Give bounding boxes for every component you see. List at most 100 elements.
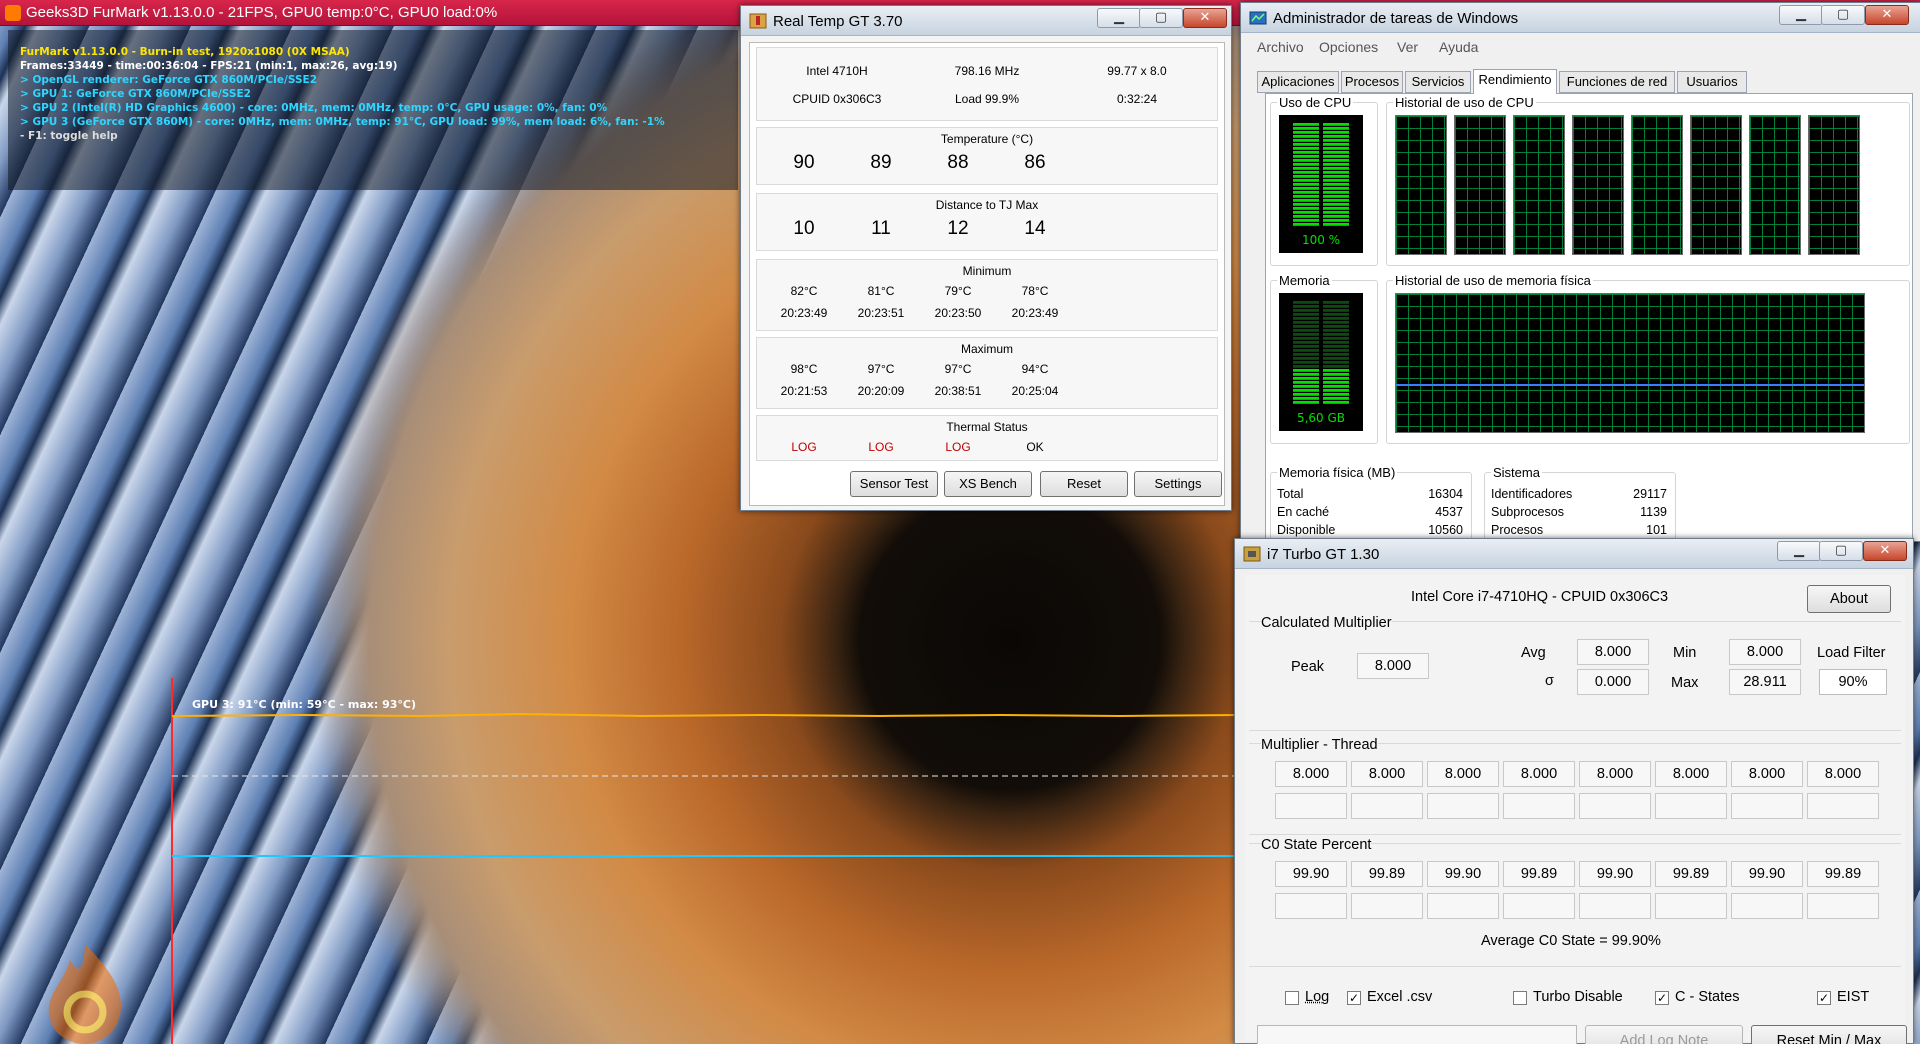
tab-procesos[interactable]: Procesos — [1341, 71, 1403, 93]
xs-bench-button[interactable]: XS Bench — [944, 471, 1032, 497]
tab-funciones-de-red[interactable]: Funciones de red — [1559, 71, 1675, 93]
meter-segment — [1293, 301, 1319, 304]
furmark-title: Geeks3D FurMark v1.13.0.0 - 21FPS, GPU0 … — [26, 4, 497, 21]
meter-segment — [1293, 135, 1319, 138]
i7-turbo-titlebar[interactable]: i7 Turbo GT 1.30 ▁ ▢ ✕ — [1235, 539, 1913, 569]
overlay-line: > GPU 2 (Intel(R) HD Graphics 4600) - co… — [20, 102, 607, 114]
cpu-usage-group: Uso de CPU 100 % — [1270, 102, 1378, 266]
max-label: Max — [1671, 675, 1698, 691]
thread-multiplier-empty — [1655, 793, 1727, 819]
eist-checkbox[interactable]: ✓ — [1817, 991, 1831, 1005]
meter-segment — [1323, 195, 1349, 198]
menu-opciones[interactable]: Opciones — [1319, 39, 1378, 55]
thread-multiplier-empty — [1503, 793, 1575, 819]
avg-value: 8.000 — [1577, 639, 1649, 665]
tab-usuarios[interactable]: Usuarios — [1677, 71, 1747, 93]
c-states-checkbox[interactable]: ✓ — [1655, 991, 1669, 1005]
core-temp: 86 — [1005, 152, 1065, 174]
min-time: 20:23:49 — [774, 306, 834, 320]
meter-segment — [1293, 325, 1319, 328]
menu-ver[interactable]: Ver — [1397, 39, 1418, 55]
c-states-checkbox-label[interactable]: C - States — [1675, 989, 1739, 1005]
meter-segment — [1293, 163, 1319, 166]
thermal-status-section: Thermal Status LOG LOG LOG OK — [756, 415, 1218, 461]
add-log-note-button[interactable]: Add Log Note — [1585, 1025, 1743, 1044]
meter-segment — [1293, 309, 1319, 312]
meter-segment — [1293, 329, 1319, 332]
max-temp: 97°C — [928, 362, 988, 376]
i7-turbo-body: Intel Core i7-4710HQ - CPUID 0x306C3 Abo… — [1245, 575, 1905, 1041]
meter-segment — [1323, 301, 1349, 304]
meter-segment — [1293, 345, 1319, 348]
c0-state-value: 99.90 — [1275, 861, 1347, 887]
log-checkbox-label[interactable]: Log — [1305, 989, 1329, 1005]
c0-state-value: 99.90 — [1427, 861, 1499, 887]
realtemp-titlebar[interactable]: Real Temp GT 3.70 ▁ ▢ ✕ — [741, 6, 1231, 36]
i7-turbo-title: i7 Turbo GT 1.30 — [1267, 546, 1379, 563]
meter-segment — [1293, 127, 1319, 130]
memory-meter: 5,60 GB — [1279, 293, 1363, 431]
cpu-usage-value: 100 % — [1279, 233, 1363, 247]
meter-segment — [1293, 211, 1319, 214]
meter-segment — [1293, 175, 1319, 178]
meter-segment — [1293, 203, 1319, 206]
about-button[interactable]: About — [1807, 585, 1891, 613]
tab-rendimiento[interactable]: Rendimiento — [1473, 69, 1557, 94]
meter-segment — [1323, 215, 1349, 218]
sensor-test-button[interactable]: Sensor Test — [850, 471, 938, 497]
menu-ayuda[interactable]: Ayuda — [1439, 39, 1478, 55]
meter-segment — [1323, 175, 1349, 178]
meter-segment — [1323, 147, 1349, 150]
meter-segment — [1323, 325, 1349, 328]
physical-memory-value: 4537 — [1435, 505, 1463, 519]
load-filter-input[interactable]: 90% — [1819, 669, 1887, 695]
cpu-history-graph — [1395, 115, 1447, 255]
c0-state-value: 99.90 — [1731, 861, 1803, 887]
minimize-button[interactable]: ▁ — [1779, 5, 1823, 25]
meter-segment — [1323, 309, 1349, 312]
min-temp: 78°C — [1005, 284, 1065, 298]
minimum-section: Minimum 82°C 81°C 79°C 78°C 20:23:49 20:… — [756, 259, 1218, 331]
task-manager-titlebar[interactable]: Administrador de tareas de Windows ▁ ▢ ✕ — [1241, 3, 1920, 33]
turbo-disable-checkbox[interactable] — [1513, 991, 1527, 1005]
excel-csv-checkbox-label[interactable]: Excel .csv — [1367, 989, 1432, 1005]
graph-temp-line — [172, 714, 1240, 716]
reset-button[interactable]: Reset — [1040, 471, 1128, 497]
memory-history-line — [1396, 384, 1864, 386]
minimize-button[interactable]: ▁ — [1097, 8, 1141, 28]
thermal-status-label: Thermal Status — [887, 420, 1087, 434]
c0-state-value: 99.90 — [1579, 861, 1651, 887]
task-manager-icon — [1249, 10, 1267, 26]
cpu-history-graph — [1749, 115, 1801, 255]
cpu-name: Intel 4710H — [797, 64, 877, 78]
eist-checkbox-label[interactable]: EIST — [1837, 989, 1869, 1005]
log-note-input[interactable] — [1257, 1025, 1577, 1044]
meter-segment — [1323, 353, 1349, 356]
meter-segment — [1293, 219, 1319, 222]
task-manager-menubar: Archivo Opciones Ver Ayuda — [1241, 35, 1920, 57]
cpu-history-graph — [1454, 115, 1506, 255]
maximize-button[interactable]: ▢ — [1819, 541, 1863, 561]
reset-min-max-button[interactable]: Reset Min / Max — [1751, 1025, 1907, 1044]
c0-state-value: 99.89 — [1655, 861, 1727, 887]
meter-segment — [1323, 127, 1349, 130]
cpu-usage-meter: 100 % — [1279, 115, 1363, 253]
overlay-line: > OpenGL renderer: GeForce GTX 860M/PCIe… — [20, 74, 317, 86]
maximize-button[interactable]: ▢ — [1139, 8, 1183, 28]
close-button[interactable]: ✕ — [1863, 541, 1907, 561]
maximize-button[interactable]: ▢ — [1821, 5, 1865, 25]
menu-archivo[interactable]: Archivo — [1257, 39, 1304, 55]
minimize-button[interactable]: ▁ — [1777, 541, 1821, 561]
core-distance: 12 — [928, 218, 988, 240]
tab-aplicaciones[interactable]: Aplicaciones — [1257, 71, 1339, 93]
excel-csv-checkbox[interactable]: ✓ — [1347, 991, 1361, 1005]
tab-servicios[interactable]: Servicios — [1405, 71, 1471, 93]
log-checkbox[interactable] — [1285, 991, 1299, 1005]
settings-button[interactable]: Settings — [1134, 471, 1222, 497]
meter-segment — [1293, 215, 1319, 218]
meter-segment — [1293, 313, 1319, 316]
close-button[interactable]: ✕ — [1865, 5, 1909, 25]
cpu-load: Load 99.9% — [937, 92, 1037, 106]
turbo-disable-checkbox-label[interactable]: Turbo Disable — [1533, 989, 1623, 1005]
close-button[interactable]: ✕ — [1183, 8, 1227, 28]
